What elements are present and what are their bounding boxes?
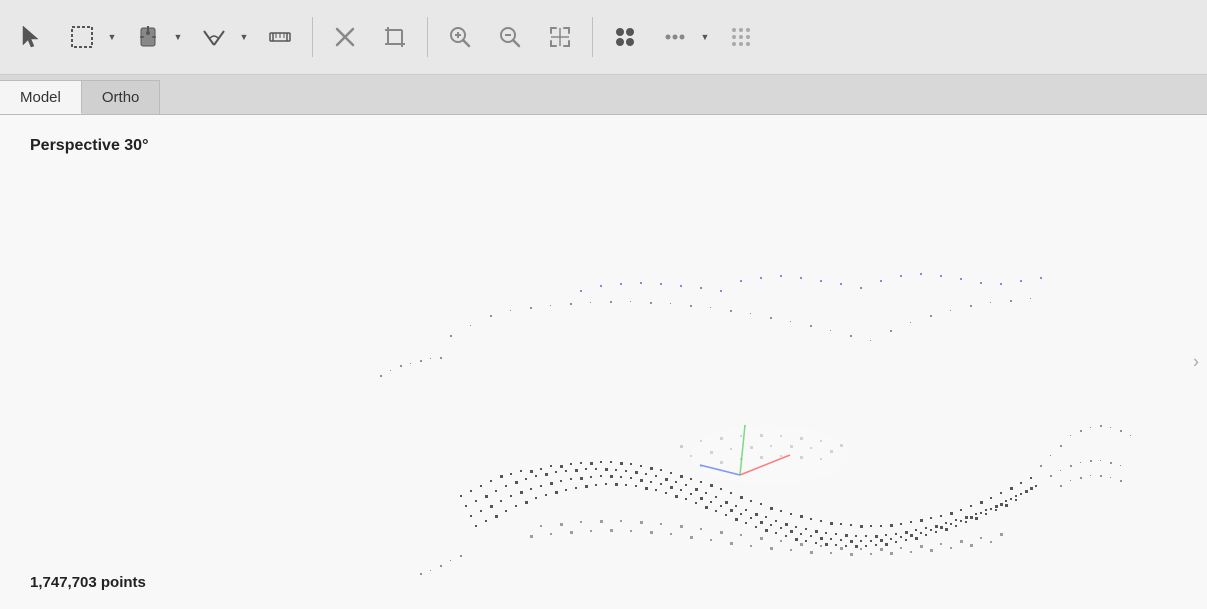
rectangle-select-button[interactable] bbox=[60, 15, 104, 59]
dots-view-button[interactable] bbox=[603, 15, 647, 59]
move-dropdown[interactable]: ▼ bbox=[170, 15, 186, 59]
toolbar: ▼ ▼ ▼ bbox=[0, 0, 1207, 75]
more-group: ▼ bbox=[653, 15, 713, 59]
separator-3 bbox=[592, 17, 593, 57]
tab-model[interactable]: Model bbox=[0, 80, 82, 114]
select-tool-button[interactable] bbox=[10, 15, 54, 59]
delete-button[interactable] bbox=[323, 15, 367, 59]
points-label: 1,747,703 points bbox=[30, 574, 146, 591]
fit-view-button[interactable] bbox=[538, 15, 582, 59]
rectangle-select-group: ▼ bbox=[60, 15, 120, 59]
move-group: ▼ bbox=[126, 15, 186, 59]
tab-ortho-label: Ortho bbox=[102, 89, 140, 106]
grid-button[interactable] bbox=[719, 15, 763, 59]
tab-model-label: Model bbox=[20, 89, 61, 106]
zoom-in-button[interactable] bbox=[438, 15, 482, 59]
point-cloud-view bbox=[0, 115, 1207, 609]
viewport: Perspective 30° bbox=[0, 115, 1207, 609]
point-cloud-scatter bbox=[380, 273, 1131, 575]
tabs-bar: Model Ortho bbox=[0, 75, 1207, 115]
tab-ortho[interactable]: Ortho bbox=[82, 80, 161, 114]
angle-button[interactable] bbox=[192, 15, 236, 59]
measure-button[interactable] bbox=[258, 15, 302, 59]
crop-button[interactable] bbox=[373, 15, 417, 59]
separator-1 bbox=[312, 17, 313, 57]
scroll-indicator: › bbox=[1193, 352, 1199, 373]
angle-dropdown[interactable]: ▼ bbox=[236, 15, 252, 59]
more-button[interactable] bbox=[653, 15, 697, 59]
zoom-out-button[interactable] bbox=[488, 15, 532, 59]
move-button[interactable] bbox=[126, 15, 170, 59]
more-dropdown[interactable]: ▼ bbox=[697, 15, 713, 59]
angle-group: ▼ bbox=[192, 15, 252, 59]
rectangle-select-dropdown[interactable]: ▼ bbox=[104, 15, 120, 59]
separator-2 bbox=[427, 17, 428, 57]
